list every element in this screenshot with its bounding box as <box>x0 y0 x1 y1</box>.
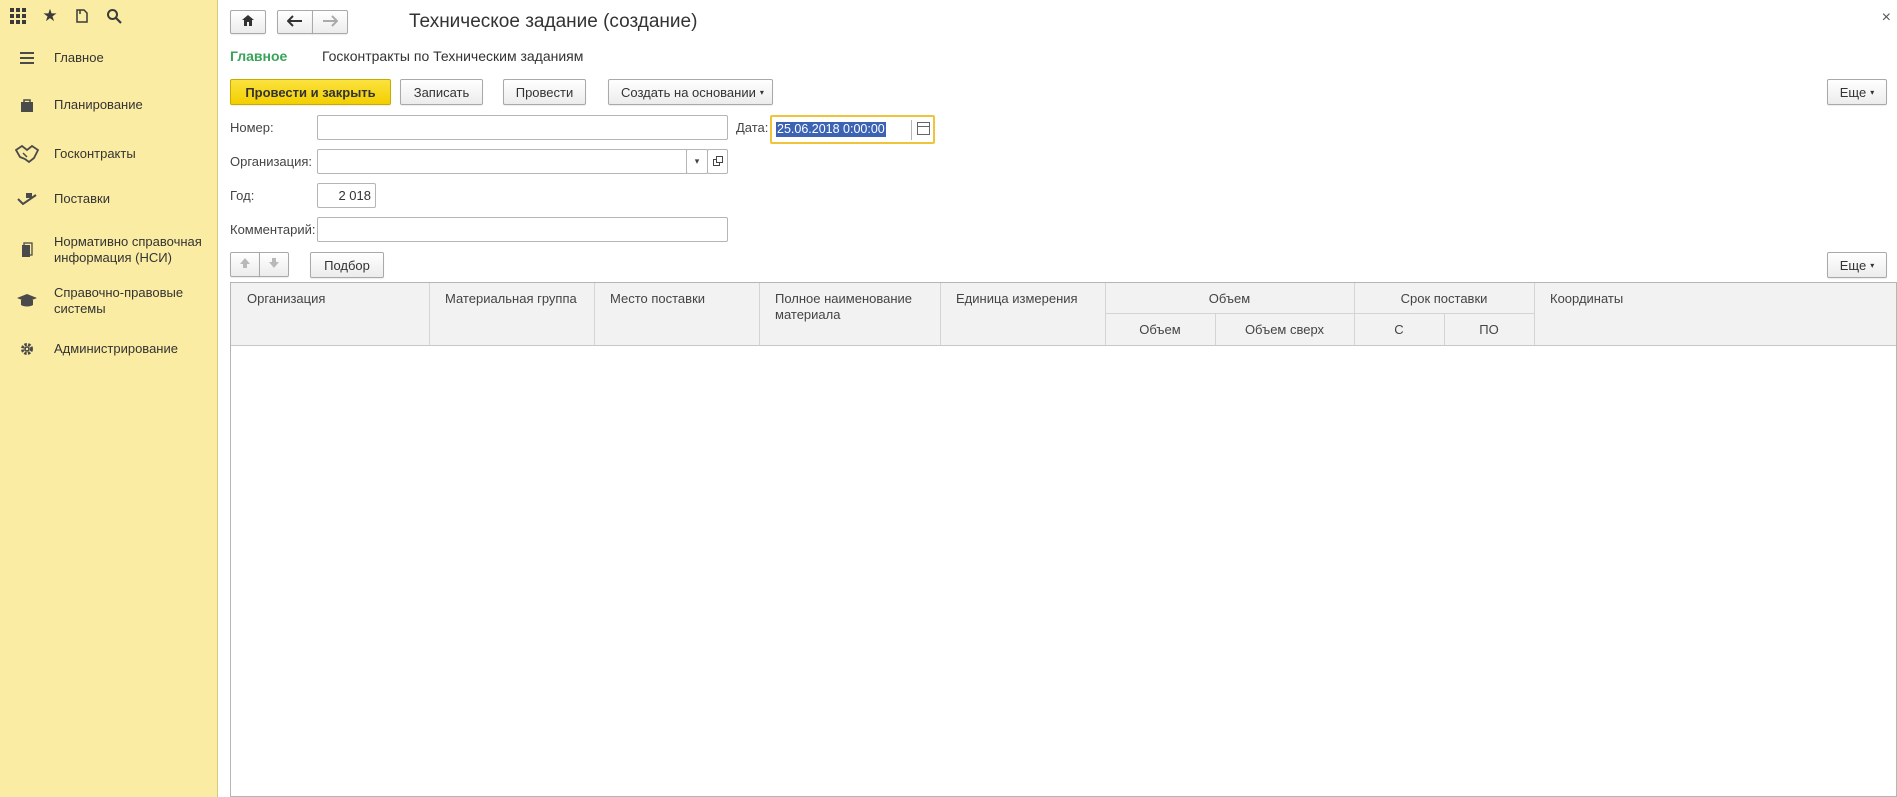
org-open-button[interactable] <box>707 149 728 174</box>
comment-field[interactable] <box>317 217 728 242</box>
more-button[interactable]: Еще ▾ <box>1827 79 1887 105</box>
page-title: Техническое задание (создание) <box>409 11 698 32</box>
column-divider <box>1534 283 1535 345</box>
column-divider <box>759 283 760 345</box>
sidebar-item-main[interactable]: Главное <box>0 50 218 66</box>
column-header-term-to[interactable]: ПО <box>1444 322 1534 338</box>
home-button[interactable] <box>230 10 266 34</box>
gear-icon <box>0 342 54 356</box>
save-button[interactable]: Записать <box>400 79 483 105</box>
org-field[interactable] <box>317 149 687 174</box>
handshake-icon <box>0 144 54 164</box>
arrow-right-icon <box>322 14 339 30</box>
org-label: Организация: <box>230 154 313 169</box>
delivery-icon <box>0 191 54 207</box>
dropdown-arrow-icon: ▾ <box>1870 87 1875 97</box>
main-area: Техническое задание (создание) × Главное… <box>218 0 1897 797</box>
column-divider <box>429 283 430 345</box>
chevron-down-icon: ▾ <box>694 156 700 166</box>
year-label: Год: <box>230 188 255 203</box>
create-based-on-label: Создать на основании <box>621 84 756 100</box>
column-header-volume-over[interactable]: Объем сверх <box>1215 322 1354 338</box>
column-header-volume-sub[interactable]: Объем <box>1105 322 1215 338</box>
move-up-button[interactable] <box>230 252 260 277</box>
column-header-full-name[interactable]: Полное наименование материала <box>775 291 925 323</box>
sidebar-item-contracts[interactable]: Госконтракты <box>0 144 218 164</box>
date-value: 25.06.2018 0:00:00 <box>776 122 886 137</box>
column-header-org[interactable]: Организация <box>247 291 325 307</box>
post-button[interactable]: Провести <box>503 79 586 105</box>
column-divider <box>594 283 595 345</box>
history-icon[interactable] <box>72 6 92 26</box>
date-separator <box>911 120 912 140</box>
comment-label: Комментарий: <box>230 222 316 237</box>
home-icon <box>241 14 255 30</box>
bag-icon <box>0 98 54 112</box>
column-header-unit[interactable]: Единица измерения <box>956 291 1078 307</box>
more-label: Еще <box>1839 257 1867 273</box>
column-divider <box>940 283 941 345</box>
menu-lines-icon <box>0 52 54 64</box>
sidebar-item-deliveries[interactable]: Поставки <box>0 191 218 207</box>
arrow-down-icon <box>268 257 280 272</box>
dropdown-arrow-icon: ▾ <box>1870 260 1875 270</box>
sidebar-item-label: Нормативно справочная информация (НСИ) <box>54 234 202 265</box>
table-body[interactable] <box>231 346 1896 796</box>
books-icon <box>0 242 54 258</box>
sidebar: ★ Главное Планирование Госконтракты Пост… <box>0 0 218 797</box>
more-label: Еще <box>1839 84 1867 100</box>
create-based-on-button[interactable]: Создать на основании ▾ <box>608 79 773 105</box>
date-label: Дата: <box>736 120 769 135</box>
table-more-button[interactable]: Еще ▾ <box>1827 252 1887 278</box>
sidebar-item-label: Поставки <box>54 191 110 206</box>
forward-button[interactable] <box>312 10 348 34</box>
tab-main[interactable]: Главное <box>230 48 287 64</box>
sidebar-item-legal[interactable]: Справочно-правовые системы <box>0 285 218 317</box>
calendar-icon[interactable] <box>917 122 930 135</box>
back-button[interactable] <box>277 10 313 34</box>
close-icon[interactable]: × <box>1882 9 1891 27</box>
column-header-term-from[interactable]: С <box>1354 322 1444 338</box>
open-window-icon <box>712 154 723 169</box>
search-icon[interactable] <box>104 6 124 26</box>
sidebar-item-label: Администрирование <box>54 341 178 356</box>
arrow-up-icon <box>239 257 251 272</box>
org-dropdown-button[interactable]: ▾ <box>686 149 708 174</box>
date-field[interactable]: 25.06.2018 0:00:00 <box>770 115 935 144</box>
arrow-left-icon <box>286 14 303 30</box>
post-and-close-button[interactable]: Провести и закрыть <box>230 79 391 105</box>
pick-button[interactable]: Подбор <box>310 252 384 278</box>
column-header-coords[interactable]: Координаты <box>1550 291 1623 307</box>
column-header-place[interactable]: Место поставки <box>610 291 705 307</box>
table-header: Организация Материальная группа Место по… <box>231 283 1896 346</box>
column-header-term[interactable]: Срок поставки <box>1354 291 1534 307</box>
sidebar-item-nsi[interactable]: Нормативно справочная информация (НСИ) <box>0 234 218 266</box>
dropdown-arrow-icon: ▾ <box>759 87 764 97</box>
number-field[interactable] <box>317 115 728 140</box>
column-header-mat-group[interactable]: Материальная группа <box>445 291 577 307</box>
tab-contracts-link[interactable]: Госконтракты по Техническим заданиям <box>322 48 583 64</box>
number-label: Номер: <box>230 120 274 135</box>
apps-grid-icon[interactable] <box>8 6 28 26</box>
sidebar-item-label: Справочно-правовые системы <box>54 285 184 316</box>
year-value: 2 018 <box>338 188 371 203</box>
move-down-button[interactable] <box>259 252 289 277</box>
data-table[interactable]: Организация Материальная группа Место по… <box>230 282 1897 797</box>
sidebar-item-admin[interactable]: Администрирование <box>0 341 218 357</box>
sidebar-item-label: Госконтракты <box>54 146 136 161</box>
sidebar-item-label: Планирование <box>54 97 143 112</box>
sidebar-item-label: Главное <box>54 50 104 65</box>
header-subdivider <box>1105 313 1534 314</box>
sidebar-item-planning[interactable]: Планирование <box>0 97 218 113</box>
sidebar-top-bar: ★ <box>0 0 217 32</box>
star-icon[interactable]: ★ <box>40 6 60 26</box>
column-header-volume[interactable]: Объем <box>1105 291 1354 307</box>
graduation-cap-icon <box>0 293 54 309</box>
year-field[interactable]: 2 018 <box>317 183 376 208</box>
